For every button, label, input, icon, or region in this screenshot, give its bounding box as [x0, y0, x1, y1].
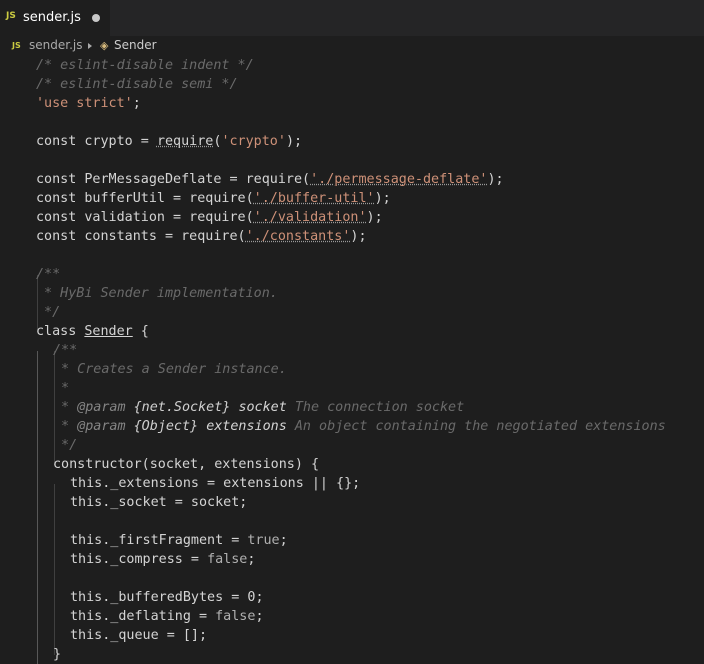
code-line: */	[36, 303, 60, 322]
code-text: const constants = require(	[36, 229, 246, 244]
code-line: constructor(socket, extensions) {	[53, 455, 319, 474]
code-line: this._extensions = extensions || {};	[70, 474, 360, 493]
unsaved-changes-dot-icon[interactable]	[92, 14, 100, 22]
code-line: * @param {Object} extensions An object c…	[53, 417, 666, 436]
jsdoc-type: {net.Socket}	[133, 400, 231, 415]
code-line: const validation = require('./validation…	[36, 208, 383, 227]
comment: /* eslint-disable indent */	[36, 58, 254, 73]
require-call: require	[156, 134, 214, 149]
comment: * HyBi Sender implementation.	[36, 286, 278, 301]
comment: /* eslint-disable semi */	[36, 77, 238, 92]
code-text: this._firstFragment =	[70, 533, 248, 548]
comment: /**	[53, 343, 78, 358]
code-text: this._socket = socket;	[70, 495, 248, 510]
tab-bar: JS sender.js	[0, 0, 704, 36]
tab-sender-js[interactable]: JS sender.js	[0, 0, 111, 36]
code-line: *	[53, 379, 69, 398]
javascript-file-icon: JS	[12, 41, 21, 50]
code-line: /* eslint-disable indent */	[36, 56, 254, 75]
code-line: class Sender {	[36, 322, 149, 341]
string-literal: 'use strict'	[36, 96, 133, 111]
code-text: const PerMessageDeflate = require(	[36, 172, 311, 187]
boolean-literal: true	[247, 533, 280, 548]
class-symbol-icon: ◈	[100, 39, 109, 52]
indent-guide	[54, 484, 55, 655]
jsdoc-type: {Object}	[133, 419, 199, 434]
code-text: );	[285, 134, 303, 149]
javascript-file-icon: JS	[6, 11, 16, 21]
breadcrumb: JS sender.js ◈ Sender	[0, 36, 704, 56]
class-name: Sender	[84, 324, 133, 339]
comment: The connection socket	[294, 400, 465, 415]
code-text: }	[53, 647, 62, 662]
string-literal: 'crypto'	[221, 134, 286, 149]
comment: An object containing the negotiated exte…	[294, 419, 666, 434]
comment: *	[53, 419, 78, 434]
code-text: {	[132, 324, 149, 339]
code-text: this._extensions = extensions || {};	[70, 476, 361, 491]
jsdoc-param-name: extensions	[206, 419, 287, 434]
breadcrumb-file[interactable]: sender.js	[29, 38, 82, 52]
code-text: const bufferUtil = require(	[36, 191, 254, 206]
code-text: const validation = require(	[36, 210, 254, 225]
string-literal: './validation'	[253, 210, 367, 225]
jsdoc-param-name: socket	[238, 400, 287, 415]
code-text: this._compress =	[70, 552, 208, 567]
comment: *	[53, 400, 78, 415]
comment: /**	[36, 267, 61, 282]
breadcrumb-symbol[interactable]: Sender	[114, 38, 157, 52]
code-line: this._deflating = false;	[70, 607, 264, 626]
code-editor[interactable]: /* eslint-disable indent */ /* eslint-di…	[0, 56, 704, 664]
code-text: );	[350, 229, 367, 244]
indent-guide	[37, 351, 38, 664]
code-line: }	[53, 645, 61, 664]
code-line: * HyBi Sender implementation.	[36, 284, 278, 303]
code-line: this._firstFragment = true;	[70, 531, 288, 550]
code-text: class	[36, 324, 85, 339]
code-line: this._socket = socket;	[70, 493, 247, 512]
code-line: const crypto = require('crypto');	[36, 132, 302, 151]
code-text: );	[374, 191, 391, 206]
code-text: constructor(socket, extensions) {	[53, 457, 320, 472]
code-line: this._queue = [];	[70, 626, 207, 645]
code-line: /**	[36, 265, 60, 284]
code-line: /* eslint-disable semi */	[36, 75, 238, 94]
code-line: const PerMessageDeflate = require('./per…	[36, 170, 504, 189]
string-literal: './constants'	[245, 229, 351, 244]
tab-filename: sender.js	[23, 10, 81, 25]
boolean-literal: false	[207, 552, 248, 567]
code-text: this._bufferedBytes =	[70, 590, 248, 605]
code-line: const constants = require('./constants')…	[36, 227, 367, 246]
code-line: this._compress = false;	[70, 550, 255, 569]
boolean-literal: false	[215, 609, 256, 624]
code-text: ;	[255, 609, 264, 624]
code-line: */	[53, 436, 77, 455]
chevron-right-icon	[88, 43, 92, 49]
string-literal: './permessage-deflate'	[310, 172, 488, 187]
code-text: ;	[255, 590, 264, 605]
code-line: /**	[53, 341, 77, 360]
code-line: const bufferUtil = require('./buffer-uti…	[36, 189, 391, 208]
code-line: * @param {net.Socket} socket The connect…	[53, 398, 464, 417]
code-text: this._queue = [];	[70, 628, 208, 643]
code-text: const crypto =	[36, 134, 157, 149]
code-text: );	[366, 210, 383, 225]
code-line: * Creates a Sender instance.	[53, 360, 287, 379]
code-line: this._bufferedBytes = 0;	[70, 588, 264, 607]
code-text: );	[487, 172, 504, 187]
comment: */	[53, 438, 78, 453]
string-literal: './buffer-util'	[253, 191, 375, 206]
comment: *	[53, 381, 70, 396]
code-text: this._deflating =	[70, 609, 216, 624]
code-text: ;	[279, 533, 288, 548]
comment: */	[36, 305, 61, 320]
jsdoc-tag: @param	[77, 419, 126, 434]
comment: * Creates a Sender instance.	[53, 362, 287, 377]
code-line: 'use strict';	[36, 96, 141, 111]
code-text: ;	[247, 552, 256, 567]
jsdoc-tag: @param	[77, 400, 126, 415]
